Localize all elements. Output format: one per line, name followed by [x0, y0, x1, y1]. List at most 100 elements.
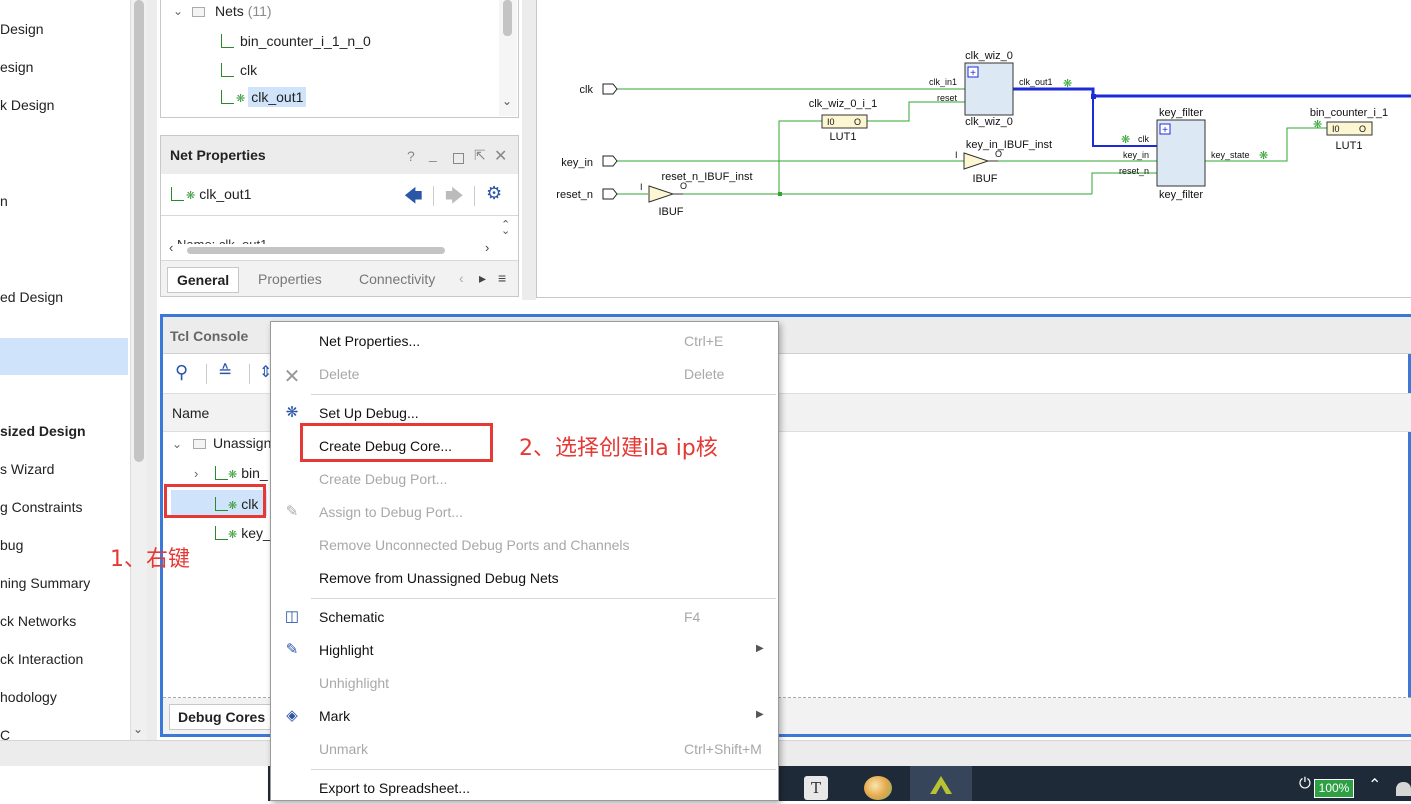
net-icon — [221, 90, 234, 104]
debug-bug-icon: ❋ — [1063, 78, 1072, 90]
flow-nav-section[interactable]: sized Design — [0, 423, 86, 439]
menu-item-delete[interactable]: Delete — [319, 366, 359, 382]
help-icon[interactable]: ? — [407, 148, 415, 164]
flow-nav-selected-row[interactable] — [0, 338, 128, 375]
weather-icon[interactable] — [1396, 782, 1411, 796]
menu-item-export-spreadsheet[interactable]: Export to Spreadsheet... — [319, 780, 470, 796]
schematic-icon: ◫ — [284, 608, 300, 625]
flow-nav-item[interactable]: s Wizard — [0, 461, 54, 477]
flow-nav-item[interactable]: ck Interaction — [0, 651, 83, 667]
flow-nav-item[interactable]: ck Networks — [0, 613, 76, 629]
menu-icon[interactable]: ≡ — [498, 270, 506, 286]
pin-label: O — [1359, 124, 1366, 134]
debug-net-row[interactable]: ❋ key_ — [215, 524, 271, 541]
photo-app-icon[interactable] — [864, 776, 892, 800]
chevron-up-icon[interactable]: ⌃ — [1368, 775, 1381, 795]
scrollbar-thumb[interactable] — [187, 247, 445, 254]
shortcut-label: F4 — [684, 609, 701, 625]
menu-item-unhighlight[interactable]: Unhighlight — [319, 675, 389, 691]
menu-item-mark[interactable]: Mark — [319, 708, 350, 724]
shortcut-label: Ctrl+E — [684, 333, 724, 349]
minimize-icon[interactable]: _ — [429, 146, 437, 162]
chevron-left-icon[interactable]: ‹ — [169, 240, 173, 255]
netlist-scrollbar[interactable]: ⌄ — [499, 0, 517, 116]
menu-item-unmark[interactable]: Unmark — [319, 741, 368, 757]
flow-nav-item[interactable]: ed Design — [0, 289, 63, 305]
debug-net-row[interactable]: ❋ bin_ — [215, 464, 268, 481]
debug-bug-icon: ❋ — [236, 93, 246, 105]
port-label: reset_n — [556, 189, 593, 201]
flow-nav-item[interactable]: esign — [0, 59, 33, 75]
chevron-left-icon[interactable]: ‹ — [459, 270, 464, 286]
pin-label: I — [640, 182, 643, 192]
chevron-down-icon[interactable]: ⌄ — [172, 437, 182, 451]
forward-arrow-icon[interactable]: 🡆 — [445, 184, 464, 214]
chevron-down-icon[interactable]: ⌄ — [173, 4, 183, 18]
tab-properties[interactable]: Properties — [258, 271, 322, 287]
divider — [474, 186, 475, 206]
folder-icon — [193, 439, 206, 449]
debug-bug-icon: ❋ — [186, 190, 196, 202]
flow-nav-item[interactable]: g Constraints — [0, 499, 82, 515]
tab-connectivity[interactable]: Connectivity — [359, 271, 435, 287]
tab-debug-cores[interactable]: Debug Cores — [169, 704, 275, 730]
flow-nav-item[interactable]: bug — [0, 537, 23, 553]
scrollbar-thumb[interactable] — [134, 0, 144, 462]
port-label: key_in — [561, 157, 593, 169]
chevron-down-icon[interactable]: ⌄ — [133, 722, 143, 736]
back-arrow-icon[interactable]: 🡄 — [404, 184, 423, 214]
pin-label: clk_in1 — [929, 77, 957, 87]
column-name[interactable]: Name — [172, 405, 209, 421]
flow-nav-item[interactable]: ning Summary — [0, 575, 90, 591]
pin-label: key_state — [1211, 150, 1250, 160]
panel-gap — [147, 0, 157, 740]
tab-tcl-console[interactable]: Tcl Console — [170, 328, 248, 344]
chevron-down-icon[interactable]: ⌄ — [501, 224, 510, 237]
nets-label[interactable]: Nets (11) — [215, 3, 272, 19]
menu-item-net-properties[interactable]: Net Properties... — [319, 333, 420, 349]
debug-bug-icon: ❋ — [1313, 119, 1322, 131]
divider — [161, 215, 518, 216]
tab-general[interactable]: General — [167, 267, 240, 293]
net-item[interactable]: clk — [221, 61, 257, 78]
flow-nav-scrollbar[interactable]: ⌄ — [130, 0, 147, 740]
menu-item-set-up-debug[interactable]: Set Up Debug... — [319, 405, 419, 421]
schematic-view[interactable]: + + clk key_in reset_n clk_wiz_0 clk_wiz… — [536, 0, 1411, 298]
net-item[interactable]: bin_counter_i_1_n_0 — [221, 32, 371, 49]
pin-label: O — [680, 181, 687, 191]
unassigned-group[interactable]: Unassign — [213, 435, 271, 451]
cell-label: key_filter — [1159, 107, 1203, 119]
schematic-canvas[interactable]: + + clk key_in reset_n clk_wiz_0 clk_wiz… — [537, 0, 1411, 298]
maximize-icon[interactable] — [453, 153, 464, 164]
search-icon[interactable]: ⚲ — [175, 362, 188, 383]
menu-item-create-debug-port[interactable]: Create Debug Port... — [319, 471, 447, 487]
menu-item-remove-unconnected[interactable]: Remove Unconnected Debug Ports and Chann… — [319, 537, 630, 553]
menu-item-schematic[interactable]: Schematic — [319, 609, 384, 625]
collapse-all-icon[interactable]: ≙ — [218, 362, 232, 382]
pin-label: I — [955, 150, 958, 160]
battery-indicator[interactable]: 100% — [1314, 779, 1354, 798]
flow-nav-item[interactable]: k Design — [0, 97, 54, 113]
selected-net: ❋ clk_out1 — [171, 185, 251, 202]
chevron-down-icon[interactable]: ⌄ — [502, 94, 512, 108]
menu-item-highlight[interactable]: Highlight — [319, 642, 373, 658]
chevron-right-icon[interactable]: ▸ — [479, 270, 486, 287]
chevron-right-icon[interactable]: › — [485, 240, 489, 255]
pin-label: key_in — [1123, 150, 1149, 160]
close-icon[interactable]: ✕ — [494, 146, 507, 166]
flow-nav-item[interactable]: hodology — [0, 689, 57, 705]
menu-item-remove-unassigned[interactable]: Remove from Unassigned Debug Nets — [319, 570, 559, 586]
chevron-right-icon[interactable]: › — [194, 466, 198, 481]
net-item-selected[interactable]: ❋ clk_out1 — [221, 87, 307, 107]
text-app-icon[interactable]: T — [804, 776, 828, 800]
flow-nav-item[interactable]: n — [0, 193, 8, 209]
gear-icon[interactable]: ⚙ — [486, 183, 502, 204]
horizontal-scrollbar[interactable]: ‹ › — [169, 240, 499, 257]
scrollbar-thumb[interactable] — [503, 0, 512, 36]
float-icon[interactable]: ⇱ — [474, 147, 486, 164]
highlight-icon: ✎ — [285, 641, 299, 658]
flow-nav-item[interactable]: Design — [0, 21, 44, 37]
pin-label: reset — [937, 93, 958, 103]
menu-item-assign-debug-port[interactable]: Assign to Debug Port... — [319, 504, 463, 520]
vivado-taskbar-item[interactable] — [910, 766, 972, 801]
